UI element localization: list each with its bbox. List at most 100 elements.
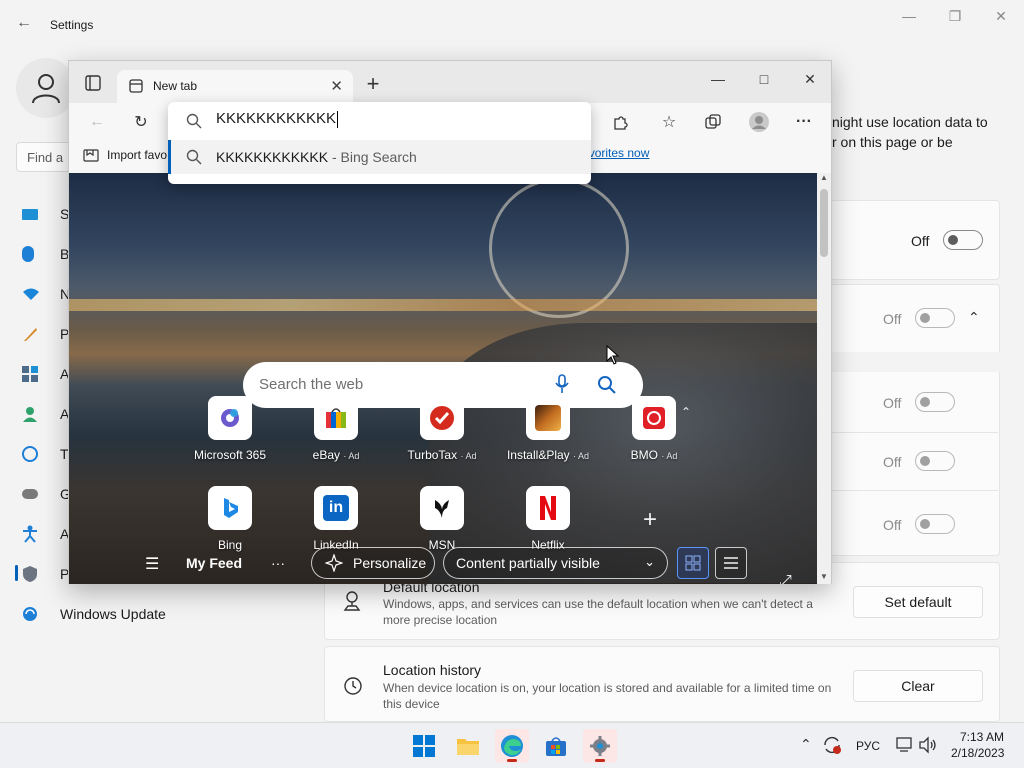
bmo-logo-icon [632,396,676,440]
set-default-button[interactable]: Set default [853,586,983,618]
history-icon [342,675,364,700]
volume-icon[interactable] [918,736,938,757]
quicklink-ebay[interactable]: eBay · Ad [291,396,381,462]
quicklink-install-play[interactable]: Install&Play · Ad [503,396,593,462]
clock-date[interactable]: 2/18/2023 [951,746,1004,760]
microphone-icon[interactable] [555,374,569,397]
apps-icon [22,365,50,383]
back-arrow-icon[interactable]: ← [83,108,111,136]
suggestion-text: KKKKKKKKKKKK - Bing Search [216,149,417,165]
import-favorites-button[interactable]: Import favo [83,148,167,162]
grid-layout-button[interactable] [677,547,709,579]
settings-taskbar-button[interactable] [583,729,617,763]
chevron-down-icon: ⌄ [644,554,655,569]
favorites-icon[interactable]: ☆ [655,108,683,136]
store-bag-icon [546,737,566,756]
personalize-button[interactable]: Personalize [311,547,435,579]
more-menu-icon[interactable]: ··· [790,108,818,136]
profile-avatar-icon[interactable] [745,108,773,136]
clear-history-button[interactable]: Clear [853,670,983,702]
import-icon [83,149,99,162]
add-site-plus-icon[interactable]: + [643,506,657,534]
tab-strip: New tab ✕ + — □ ✕ [69,61,831,103]
turbotax-check-icon [420,396,464,440]
hamburger-menu-icon[interactable]: ☰ [145,554,159,574]
scrollbar-thumb[interactable] [820,189,828,257]
install-play-icon [526,396,570,440]
scroll-down-arrow-icon[interactable]: ▼ [820,572,828,581]
close-icon[interactable]: ✕ [787,71,833,91]
quicklink-microsoft-365[interactable]: Microsoft 365 [185,396,275,462]
mouse-cursor-icon [606,344,620,368]
msn-butterfly-icon [420,486,464,530]
maximize-icon[interactable]: ❐ [932,8,978,28]
toggle-state-label: Off [883,395,902,411]
nav-selected-indicator [15,565,18,581]
language-indicator[interactable]: РУС [856,739,880,753]
clock-time[interactable]: 7:13 AM [960,730,1004,744]
extensions-icon[interactable] [606,108,634,136]
address-bar-dropdown[interactable]: KKKKKKKKKKKK KKKKKKKKKKKK - Bing Search [168,102,591,184]
back-arrow-icon[interactable]: ← [16,14,32,32]
nav-label: Windows Update [60,606,166,622]
taskbar: ⌃ РУС 7:13 AM 2/18/2023 [0,722,1024,768]
location-services-toggle[interactable] [943,230,983,250]
scroll-up-arrow-icon[interactable]: ▲ [820,173,828,182]
divider [832,432,998,433]
close-tab-icon[interactable]: ✕ [330,77,343,95]
sync-alert-icon[interactable] [822,735,842,758]
app-access-toggle[interactable] [915,308,955,328]
netflix-logo-icon [526,486,570,530]
quicklink-netflix[interactable]: Netflix [503,486,593,552]
address-bar-input[interactable]: KKKKKKKKKKKK [216,110,339,128]
personalization-icon [22,325,50,343]
show-hidden-icons-chevron-icon[interactable]: ⌃ [800,736,812,753]
minimize-icon[interactable]: — [886,8,932,28]
quicklink-msn[interactable]: MSN [397,486,487,552]
collections-icon[interactable] [699,108,727,136]
app-location-toggle-3[interactable] [915,514,955,534]
microsoft-365-icon [208,396,252,440]
start-button[interactable] [407,729,441,763]
active-app-indicator [507,759,517,762]
location-history-description: When device location is on, your locatio… [383,681,832,711]
toggle-state-label: Off [883,517,902,533]
network-monitor-icon[interactable] [896,736,914,757]
suggestion-item[interactable]: KKKKKKKKKKKK - Bing Search [168,140,591,174]
search-icon[interactable] [597,375,617,398]
quicklink-bing[interactable]: Bing [185,486,275,552]
quicklink-linkedin[interactable]: in LinkedIn [291,486,381,552]
bing-logo-icon [208,486,252,530]
settings-search-input[interactable]: Find a [16,142,76,172]
card-header-divider [832,352,1000,372]
shield-icon [22,565,50,583]
app-location-toggle-2[interactable] [915,451,955,471]
tile-label: BMO · Ad [630,448,678,462]
grid-icon [685,555,701,571]
chevron-up-icon[interactable]: ⌃ [968,309,980,326]
gear-icon [590,736,610,756]
person-icon [32,74,60,104]
close-icon[interactable]: ✕ [978,8,1024,28]
store-button[interactable] [539,729,573,763]
list-layout-button[interactable] [715,547,747,579]
tab-actions-icon[interactable] [79,69,107,97]
page-scrollbar[interactable]: ▲ ▼ [817,173,831,584]
feed-more-icon[interactable]: ··· [271,555,285,571]
user-avatar[interactable] [16,58,76,118]
new-tab-plus-icon[interactable]: + [359,70,387,98]
my-feed-label[interactable]: My Feed [186,555,242,571]
maximize-icon[interactable]: □ [741,71,787,91]
file-explorer-button[interactable] [451,729,485,763]
nav-item-windows-update[interactable]: Windows Update [22,596,302,632]
minimize-icon[interactable]: — [695,71,741,91]
refresh-icon[interactable]: ↻ [127,108,155,136]
import-favorites-label: Import favo [107,148,168,162]
content-visibility-dropdown[interactable]: Content partially visible ⌄ [443,547,668,579]
tab-new-tab[interactable]: New tab ✕ [117,70,353,103]
quicklink-bmo[interactable]: BMO · Ad [609,396,699,462]
app-location-toggle-1[interactable] [915,392,955,412]
folder-icon [457,739,479,755]
quicklink-turbotax[interactable]: TurboTax · Ad [397,396,487,462]
edge-taskbar-button[interactable] [495,729,529,763]
